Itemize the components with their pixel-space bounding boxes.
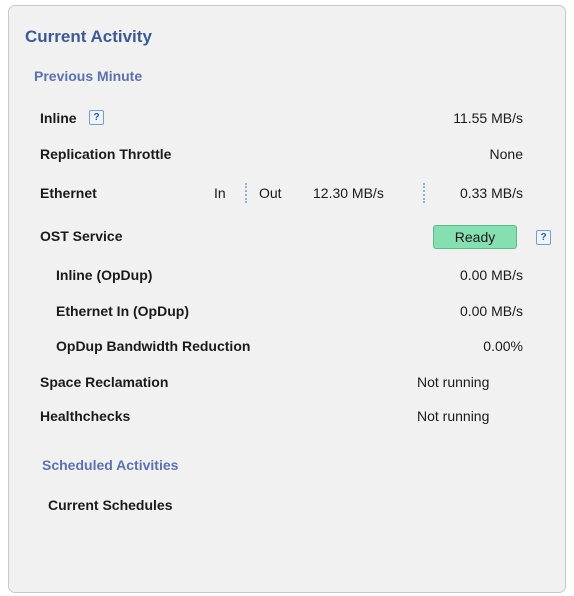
ethernet-in-opdup-value: 0.00 MB/s bbox=[459, 303, 523, 319]
inline-opdup-value: 0.00 MB/s bbox=[459, 267, 523, 283]
previous-minute-heading: Previous Minute bbox=[34, 68, 143, 84]
replication-throttle-value: None bbox=[489, 146, 523, 162]
healthchecks-value: Not running bbox=[417, 408, 490, 424]
ethernet-label: Ethernet bbox=[40, 185, 97, 201]
ethernet-in-label: In bbox=[214, 185, 226, 201]
inline-opdup-label: Inline (OpDup) bbox=[56, 267, 153, 283]
opdup-bandwidth-reduction-value: 0.00% bbox=[483, 338, 523, 354]
panel-title: Current Activity bbox=[25, 27, 152, 46]
opdup-bandwidth-reduction-label: OpDup Bandwidth Reduction bbox=[56, 338, 251, 354]
ethernet-out-label: Out bbox=[259, 185, 282, 201]
ost-service-label: OST Service bbox=[40, 228, 123, 244]
ost-service-help-icon[interactable]: ? bbox=[536, 230, 551, 245]
replication-throttle-label: Replication Throttle bbox=[40, 146, 172, 162]
ethernet-value-separator bbox=[423, 183, 425, 203]
ethernet-in-opdup-label: Ethernet In (OpDup) bbox=[56, 303, 189, 319]
inline-value: 11.55 MB/s bbox=[453, 110, 523, 126]
space-reclamation-value: Not running bbox=[417, 374, 490, 390]
ethernet-separator bbox=[245, 183, 247, 203]
ethernet-in-value: 12.30 MB/s bbox=[313, 185, 384, 201]
healthchecks-label: Healthchecks bbox=[40, 408, 131, 424]
space-reclamation-label: Space Reclamation bbox=[40, 374, 169, 390]
inline-help-icon[interactable]: ? bbox=[89, 110, 104, 125]
inline-label: Inline bbox=[40, 110, 77, 126]
ost-service-status-badge: Ready bbox=[433, 225, 517, 249]
current-schedules-label: Current Schedules bbox=[48, 497, 173, 513]
scheduled-activities-heading: Scheduled Activities bbox=[42, 457, 179, 473]
ethernet-out-value: 0.33 MB/s bbox=[459, 185, 523, 201]
current-activity-panel: Current Activity Previous Minute Inline … bbox=[8, 5, 566, 593]
